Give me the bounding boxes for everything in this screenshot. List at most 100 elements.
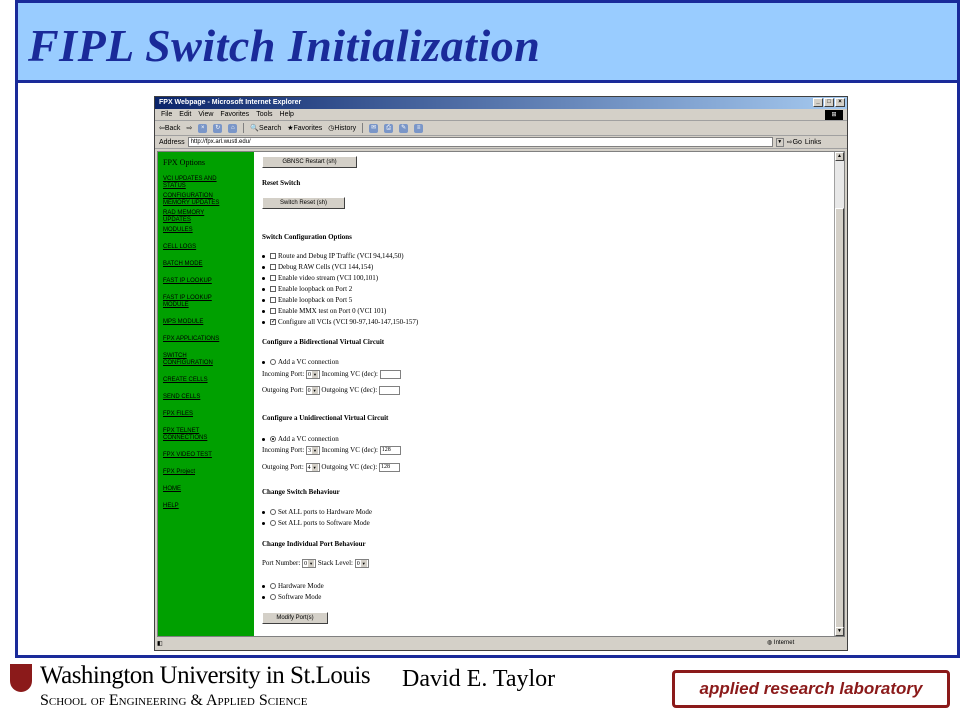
unidir-heading: Configure a Unidirectional Virtual Circu… (262, 414, 389, 422)
unidir-outgoing-vc-input[interactable]: 128 (378, 463, 400, 472)
menu-favorites[interactable]: Favorites (220, 109, 249, 120)
school-name: School of Engineering & Applied Science (40, 692, 308, 709)
sidebar-link-telnet[interactable]: FPX TELNET CONNECTIONS (163, 428, 229, 442)
sidebar-title: FPX Options (163, 158, 206, 167)
config-checkbox[interactable] (270, 308, 276, 315)
sidebar-link-mps-module[interactable]: MPS MODULE (163, 319, 250, 326)
address-dropdown[interactable]: ▼ (775, 137, 784, 147)
sidebar-link-help[interactable]: HELP (163, 503, 250, 510)
behaviour-hw-radio[interactable] (270, 509, 276, 516)
university-name: Washington University in St.Louis (40, 662, 371, 689)
favorites-button[interactable]: ★Favorites (287, 124, 322, 132)
stop-icon[interactable]: × (198, 123, 208, 133)
sidebar-link-vci-updates[interactable]: VCI UPDATES AND STATUS (163, 176, 233, 190)
sidebar-link-fpx-files[interactable]: FPX FILES (163, 411, 250, 418)
port-number-select[interactable]: 0 ▼ (302, 559, 317, 568)
links-button[interactable]: Links (805, 139, 821, 146)
unidir-incoming-port-select[interactable]: 3 ▼ (305, 446, 320, 455)
sidebar-link-rad-memory[interactable]: RAD MEMORY UPDATES (163, 210, 223, 224)
unidir-outgoing-port-select[interactable]: 4 ▼ (305, 463, 320, 472)
slide-frame: FIPL Switch Initialization FPX Webpage -… (15, 0, 960, 658)
bidir-outgoing-port-select[interactable]: 0 ▼ (305, 386, 320, 395)
vertical-scrollbar[interactable]: ▲ ▼ (834, 152, 844, 636)
sidebar-link-switch-config[interactable]: SWITCH CONFIGURATION (163, 353, 223, 367)
gbnsc-restart-button[interactable]: GBNSC Restart (sh) (262, 156, 357, 168)
unidir-outgoing-port-label: Outgoing Port: (262, 463, 304, 472)
config-checkbox[interactable] (270, 275, 276, 282)
config-option: Enable loopback on Port 2 (262, 285, 352, 293)
address-bar: Address http://fpx.arl.wustl.edu/ ▼ ⇨Go … (155, 136, 847, 149)
mail-icon[interactable]: ✉ (369, 123, 379, 133)
minimize-button[interactable]: _ (813, 98, 823, 107)
switch-config-form: GBNSC Restart (sh) Reset Switch Switch R… (258, 156, 832, 636)
sidebar-link-config-memory[interactable]: CONFIGURATION MEMORY UPDATES (163, 193, 233, 207)
address-input[interactable]: http://fpx.arl.wustl.edu/ (187, 137, 773, 147)
bidir-incoming-vc-label: Incoming VC (dec): (321, 370, 378, 379)
unidir-add-radio[interactable] (270, 436, 276, 443)
bidir-incoming-port-select[interactable]: 0 ▼ (305, 370, 320, 379)
config-checkbox[interactable] (270, 286, 276, 293)
port-hw-radio[interactable] (270, 583, 276, 590)
chevron-down-icon: ▼ (308, 560, 315, 567)
menu-edit[interactable]: Edit (179, 109, 191, 120)
scroll-up-icon[interactable]: ▲ (835, 152, 844, 161)
unidir-incoming-vc-input[interactable]: 128 (379, 446, 401, 455)
port-sw-radio[interactable] (270, 594, 276, 601)
unidir-add-label: Add a VC connection (278, 435, 339, 443)
menu-view[interactable]: View (198, 109, 213, 120)
scroll-thumb[interactable] (835, 208, 844, 628)
page-done-icon: ◧ (157, 640, 163, 647)
go-button[interactable]: ⇨Go (787, 138, 802, 146)
port-behaviour-heading: Change Individual Port Behaviour (262, 540, 366, 548)
discuss-icon[interactable]: ≡ (414, 123, 424, 133)
sidebar-link-video-test[interactable]: FPX VIDEO TEST (163, 452, 250, 459)
bidir-outgoing-vc-label: Outgoing VC (dec): (321, 386, 378, 395)
bidir-add-radio[interactable] (270, 359, 276, 366)
config-checkbox[interactable] (270, 253, 276, 260)
config-option-label: Configure all VCIs (VCI 90-97,140-147,15… (278, 318, 419, 326)
behaviour-hw-label: Set ALL ports to Hardware Mode (278, 508, 373, 516)
bidir-outgoing-vc-input[interactable] (378, 386, 400, 395)
config-option-label: Enable MMX test on Port 0 (VCI 101) (278, 307, 387, 315)
refresh-icon[interactable]: ↻ (213, 123, 223, 133)
sidebar-link-fast-ip-module[interactable]: FAST IP LOOKUP Module (163, 295, 229, 309)
bidir-incoming-row: Incoming Port: 0 ▼ Incoming VC (dec): (262, 370, 401, 379)
menu-tools[interactable]: Tools (256, 109, 272, 120)
sidebar-link-send-cells[interactable]: SEND CELLS (163, 394, 250, 401)
unidir-incoming-vc-label: Incoming VC (dec): (321, 446, 378, 455)
slide-title: FIPL Switch Initialization (28, 20, 541, 71)
sidebar-link-modules[interactable]: MODULES (163, 227, 250, 234)
home-icon[interactable]: ⌂ (228, 123, 238, 133)
config-checkbox[interactable] (270, 297, 276, 304)
back-button[interactable]: ⇦Back (159, 124, 180, 132)
switch-reset-button[interactable]: Switch Reset (sh) (262, 197, 345, 209)
forward-icon[interactable]: ⇨ (186, 124, 192, 132)
print-icon[interactable]: ⎙ (384, 123, 394, 133)
behaviour-sw-radio[interactable] (270, 520, 276, 527)
stack-level-select[interactable]: 0 ▼ (354, 559, 369, 568)
sidebar-link-home[interactable]: HOME (163, 486, 250, 493)
sidebar-link-fpx-project[interactable]: FPX Project (163, 469, 250, 476)
sidebar-link-create-cells[interactable]: CREATE CELLS (163, 377, 250, 384)
sidebar-link-batch-mode[interactable]: BATCH MODE (163, 261, 250, 268)
sidebar-link-cell-logs[interactable]: CELL LOGS (163, 244, 250, 251)
config-option-label: Enable video stream (VCI 100,101) (278, 274, 379, 282)
close-button[interactable]: × (835, 98, 845, 107)
history-label: History (334, 125, 357, 132)
edit-icon[interactable]: ✎ (399, 123, 409, 133)
port-hw-option: Hardware Mode (262, 582, 324, 590)
menu-file[interactable]: File (161, 109, 172, 120)
university-logo: Washington University in St.Louis School… (10, 662, 371, 712)
config-checkbox[interactable] (270, 264, 276, 271)
modify-ports-button[interactable]: Modify Port(s) (262, 612, 328, 624)
sidebar-link-fpx-applications[interactable]: FPX APPLICATIONS (163, 336, 250, 343)
history-button[interactable]: ◷History (328, 124, 356, 132)
maximize-button[interactable]: □ (824, 98, 834, 107)
scroll-down-icon[interactable]: ▼ (835, 627, 844, 636)
sidebar-link-fast-ip-lookup[interactable]: FAST IP LOOKUP (163, 278, 250, 285)
stack-level-label: Stack Level: (317, 559, 353, 568)
bidir-incoming-vc-input[interactable] (379, 370, 401, 379)
menu-help[interactable]: Help (280, 109, 294, 120)
config-checkbox-checked[interactable]: ✓ (270, 319, 276, 326)
search-button[interactable]: 🔍Search (250, 124, 281, 132)
